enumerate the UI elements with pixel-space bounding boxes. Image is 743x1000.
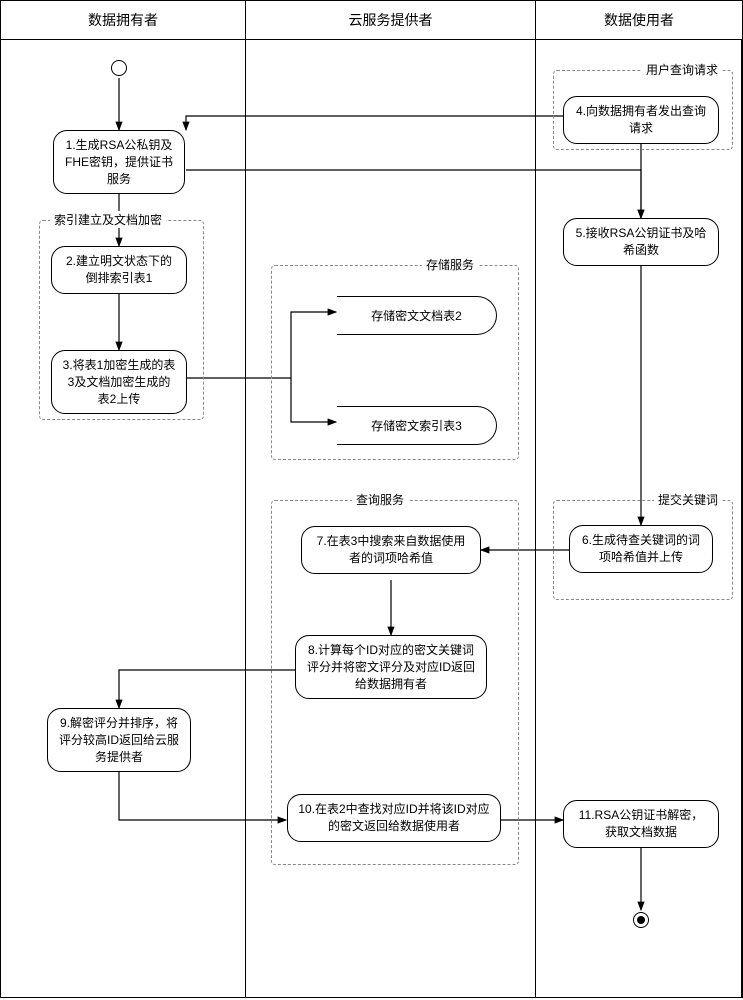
group-label: 索引建立及文档加密 [50, 211, 166, 228]
node-10: 10.在表2中查找对应ID并将该ID对应的密文返回给数据使用者 [287, 794, 501, 842]
node-5: 5.接收RSA公钥证书及哈希函数 [563, 218, 719, 266]
node-9: 9.解密评分并排序，将评分较高ID返回给云服务提供者 [47, 708, 191, 772]
group-label: 用户查询请求 [642, 61, 722, 78]
swimlane-headers: 数据拥有者 云服务提供者 数据使用者 [0, 0, 743, 40]
node-1: 1.生成RSA公私钥及FHE密钥，提供证书服务 [53, 130, 185, 194]
datastore-index: 存储密文索引表3 [337, 406, 497, 445]
node-2: 2.建立明文状态下的倒排索引表1 [51, 246, 187, 294]
node-11: 11.RSA公钥证书解密，获取文档数据 [563, 800, 719, 848]
end-node [633, 912, 649, 928]
lane-header-cloud: 云服务提供者 [246, 1, 536, 39]
node-3: 3.将表1加密生成的表3及文档加密生成的表2上传 [51, 350, 187, 414]
lane-header-user: 数据使用者 [536, 1, 742, 39]
swimlane-body: 用户查询请求 索引建立及文档加密 存储服务 查询服务 提交关键词 1.生成RSA… [0, 40, 743, 998]
node-8: 8.计算每个ID对应的密文关键词评分并将密文评分及对应ID返回给数据拥有者 [295, 635, 487, 699]
group-label: 查询服务 [352, 491, 408, 508]
group-label: 存储服务 [422, 256, 478, 273]
group-label: 提交关键词 [654, 491, 722, 508]
datastore-docs: 存储密文文档表2 [337, 296, 497, 335]
node-6: 6.生成待查关键词的词项哈希值并上传 [569, 525, 713, 573]
lane-header-owner: 数据拥有者 [1, 1, 246, 39]
node-4: 4.向数据拥有者发出查询请求 [563, 96, 719, 144]
start-node [111, 60, 127, 76]
node-7: 7.在表3中搜索来自数据使用者的词项哈希值 [301, 526, 481, 574]
